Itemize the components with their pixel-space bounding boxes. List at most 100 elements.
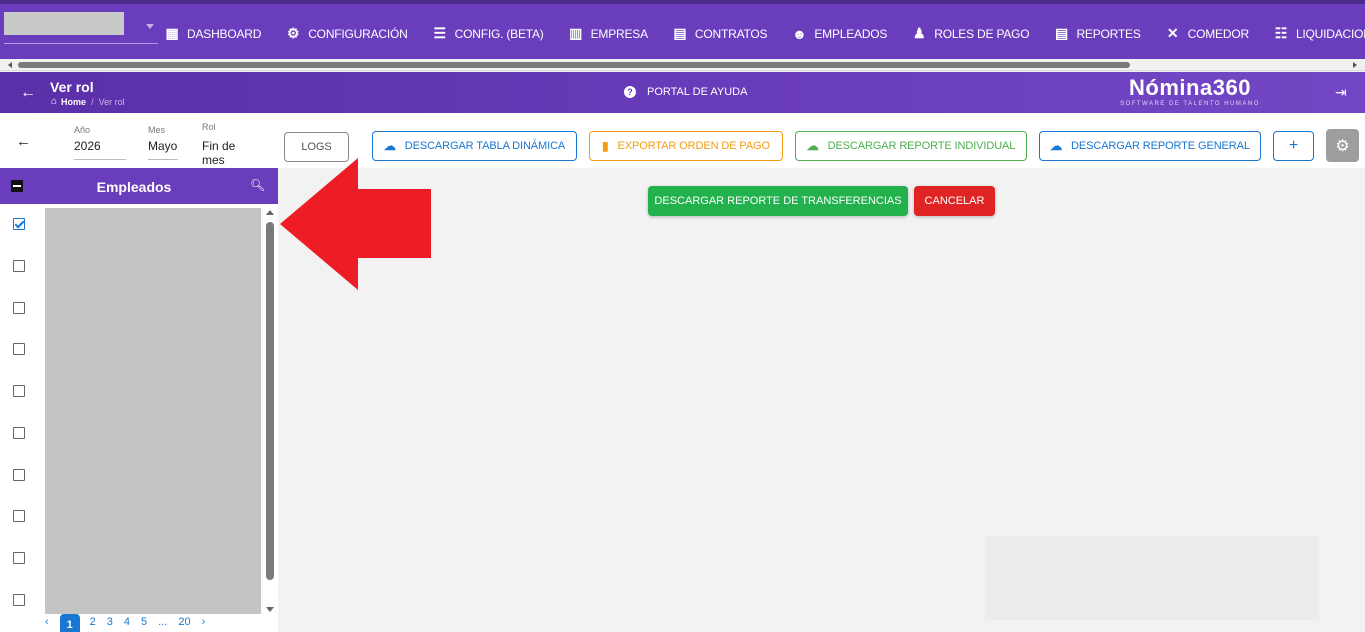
employees-title: Empleados bbox=[96, 179, 172, 195]
next-page-icon[interactable]: › bbox=[202, 616, 206, 628]
employee-names-redacted bbox=[45, 208, 261, 614]
search-icon[interactable]: 🔍︎ bbox=[250, 178, 265, 192]
rol-label: Rol bbox=[202, 122, 216, 132]
employee-checkbox[interactable] bbox=[13, 594, 25, 606]
button-label: EXPORTAR ORDEN DE PAGO bbox=[617, 140, 771, 152]
page-5[interactable]: 5 bbox=[141, 616, 147, 628]
year-value: 2026 bbox=[74, 139, 126, 160]
help-label: PORTAL DE AYUDA bbox=[647, 86, 748, 98]
settings-button[interactable]: ⚙ bbox=[1326, 129, 1359, 162]
nav-item-empresa[interactable]: ▥ EMPRESA bbox=[568, 25, 648, 42]
scrollbar-thumb[interactable] bbox=[18, 62, 1130, 68]
help-portal-link[interactable]: ? PORTAL DE AYUDA bbox=[624, 86, 747, 98]
company-select[interactable] bbox=[4, 12, 158, 44]
vertical-scrollbar[interactable] bbox=[263, 208, 276, 614]
logs-label: LOGS bbox=[301, 141, 332, 153]
employee-checkbox[interactable] bbox=[13, 385, 25, 397]
nav-label: CONFIGURACIÓN bbox=[308, 26, 408, 41]
prev-page-icon[interactable]: ‹ bbox=[45, 616, 49, 628]
page-last[interactable]: 20 bbox=[178, 616, 190, 628]
logout-icon[interactable]: ⇥ bbox=[1335, 84, 1347, 101]
nav-item-configuracion[interactable]: ⚙ CONFIGURACIÓN bbox=[285, 25, 408, 42]
page-1[interactable]: 1 bbox=[59, 614, 80, 632]
year-label: Año bbox=[74, 125, 91, 135]
employee-checkbox[interactable] bbox=[13, 552, 25, 564]
arrow-shape bbox=[280, 158, 431, 290]
employee-checkbox[interactable] bbox=[13, 302, 25, 314]
download-individual-report-button[interactable]: ☁ DESCARGAR REPORTE INDIVIDUAL bbox=[795, 131, 1027, 161]
nav-item-config-beta[interactable]: ☰ CONFIG. (BETA) bbox=[432, 25, 543, 42]
face-icon: ☻ bbox=[792, 25, 807, 42]
nav-item-comedor[interactable]: ✕ COMEDOR bbox=[1165, 25, 1249, 42]
month-value: Mayo bbox=[148, 139, 178, 160]
nav-item-reportes[interactable]: ▤ REPORTES bbox=[1053, 25, 1141, 42]
nav-item-empleados[interactable]: ☻ EMPLEADOS bbox=[791, 26, 887, 42]
scroll-left-icon[interactable] bbox=[8, 62, 12, 68]
home-icon: ⌂ bbox=[51, 96, 58, 107]
brand-logo: Nómina360 SOFTWARE DE TALENTO HUMANO bbox=[1120, 75, 1260, 108]
export-payment-order-button[interactable]: ▮ EXPORTAR ORDEN DE PAGO bbox=[589, 131, 783, 161]
nav-label: CONTRATOS bbox=[694, 26, 768, 41]
button-label: DESCARGAR REPORTE DE TRANSFERENCIAS bbox=[654, 195, 902, 207]
breadcrumb-current: Ver rol bbox=[98, 96, 125, 107]
breadcrumb: ⌂ Home / Ver rol bbox=[51, 96, 125, 107]
year-field[interactable]: Año 2026 bbox=[74, 125, 126, 160]
people-icon: ♟ bbox=[913, 25, 926, 41]
clipboard-icon: ▤ bbox=[673, 25, 687, 41]
scroll-up-icon[interactable] bbox=[266, 210, 274, 215]
clipboard-icon: ▤ bbox=[1054, 25, 1068, 41]
employee-checkbox[interactable] bbox=[13, 469, 25, 481]
add-button[interactable]: + bbox=[1273, 131, 1314, 161]
page-title: Ver rol bbox=[50, 79, 94, 95]
company-name-redacted bbox=[4, 12, 124, 35]
download-general-report-button[interactable]: ☁ DESCARGAR REPORTE GENERAL bbox=[1039, 131, 1261, 161]
brand-name: Nómina360 bbox=[1129, 75, 1251, 100]
button-label: CANCELAR bbox=[924, 195, 985, 207]
nav-item-contratos[interactable]: ▤ CONTRATOS bbox=[672, 25, 768, 42]
nav-item-roles-de-pago[interactable]: ♟ ROLES DE PAGO bbox=[911, 25, 1030, 42]
nav-item-liquidaciones[interactable]: ☷ LIQUIDACIONES bbox=[1273, 25, 1365, 42]
page-3[interactable]: 3 bbox=[107, 616, 113, 628]
employee-checkbox[interactable] bbox=[13, 218, 25, 230]
download-pivot-table-button[interactable]: ☁ DESCARGAR TABLA DINÁMICA bbox=[372, 131, 577, 161]
scrollbar-thumb[interactable] bbox=[266, 222, 274, 580]
employee-checkbox[interactable] bbox=[13, 260, 25, 272]
breadcrumb-separator: / bbox=[91, 96, 94, 107]
breadcrumb-home[interactable]: Home bbox=[61, 97, 86, 107]
download-transfers-report-button[interactable]: DESCARGAR REPORTE DE TRANSFERENCIAS bbox=[648, 186, 908, 216]
employee-checkbox[interactable] bbox=[13, 427, 25, 439]
page-2[interactable]: 2 bbox=[90, 616, 96, 628]
top-navbar: ▦ DASHBOARD ⚙ CONFIGURACIÓN ☰ CONFIG. (B… bbox=[0, 0, 1365, 59]
sliders-icon: ☰ bbox=[433, 25, 446, 41]
building-icon: ▥ bbox=[569, 25, 583, 41]
nav-item-dashboard[interactable]: ▦ DASHBOARD bbox=[164, 25, 262, 42]
nav-label: REPORTES bbox=[1076, 26, 1141, 41]
nav-label: DASHBOARD bbox=[187, 26, 262, 41]
employee-checkbox[interactable] bbox=[13, 510, 25, 522]
utensils-icon: ✕ bbox=[1166, 25, 1179, 41]
scroll-down-icon[interactable] bbox=[266, 607, 274, 612]
nav-label: LIQUIDACIONES bbox=[1295, 26, 1365, 41]
rol-field[interactable]: Rol Fin de mes bbox=[202, 122, 260, 174]
nav-label: EMPLEADOS bbox=[814, 26, 888, 41]
month-field[interactable]: Mes Mayo bbox=[148, 125, 178, 160]
scroll-right-icon[interactable] bbox=[1353, 62, 1357, 68]
toolbar: ← Año 2026 Mes Mayo Rol Fin de mes LOGS … bbox=[0, 113, 1365, 174]
page-4[interactable]: 4 bbox=[124, 616, 130, 628]
button-label: DESCARGAR REPORTE GENERAL bbox=[1071, 140, 1250, 152]
back-arrow-icon[interactable]: ← bbox=[20, 84, 36, 102]
back-arrow-icon[interactable]: ← bbox=[16, 133, 31, 150]
employee-checkbox[interactable] bbox=[13, 343, 25, 355]
nav-label: EMPRESA bbox=[590, 26, 648, 41]
employees-header: Empleados 🔍︎ bbox=[0, 168, 278, 204]
file-icon: ▮ bbox=[602, 139, 609, 153]
dashboard-icon: ▦ bbox=[165, 25, 179, 41]
cancel-button[interactable]: CANCELAR bbox=[914, 186, 995, 216]
cloud-download-icon: ☁ bbox=[1050, 139, 1063, 153]
nav-label: COMEDOR bbox=[1187, 26, 1249, 41]
button-label: DESCARGAR REPORTE INDIVIDUAL bbox=[827, 140, 1016, 152]
horizontal-scrollbar[interactable] bbox=[0, 59, 1365, 71]
empty-panel bbox=[985, 536, 1319, 620]
brand-tagline: SOFTWARE DE TALENTO HUMANO bbox=[1120, 101, 1260, 107]
plus-icon: + bbox=[1288, 137, 1299, 154]
